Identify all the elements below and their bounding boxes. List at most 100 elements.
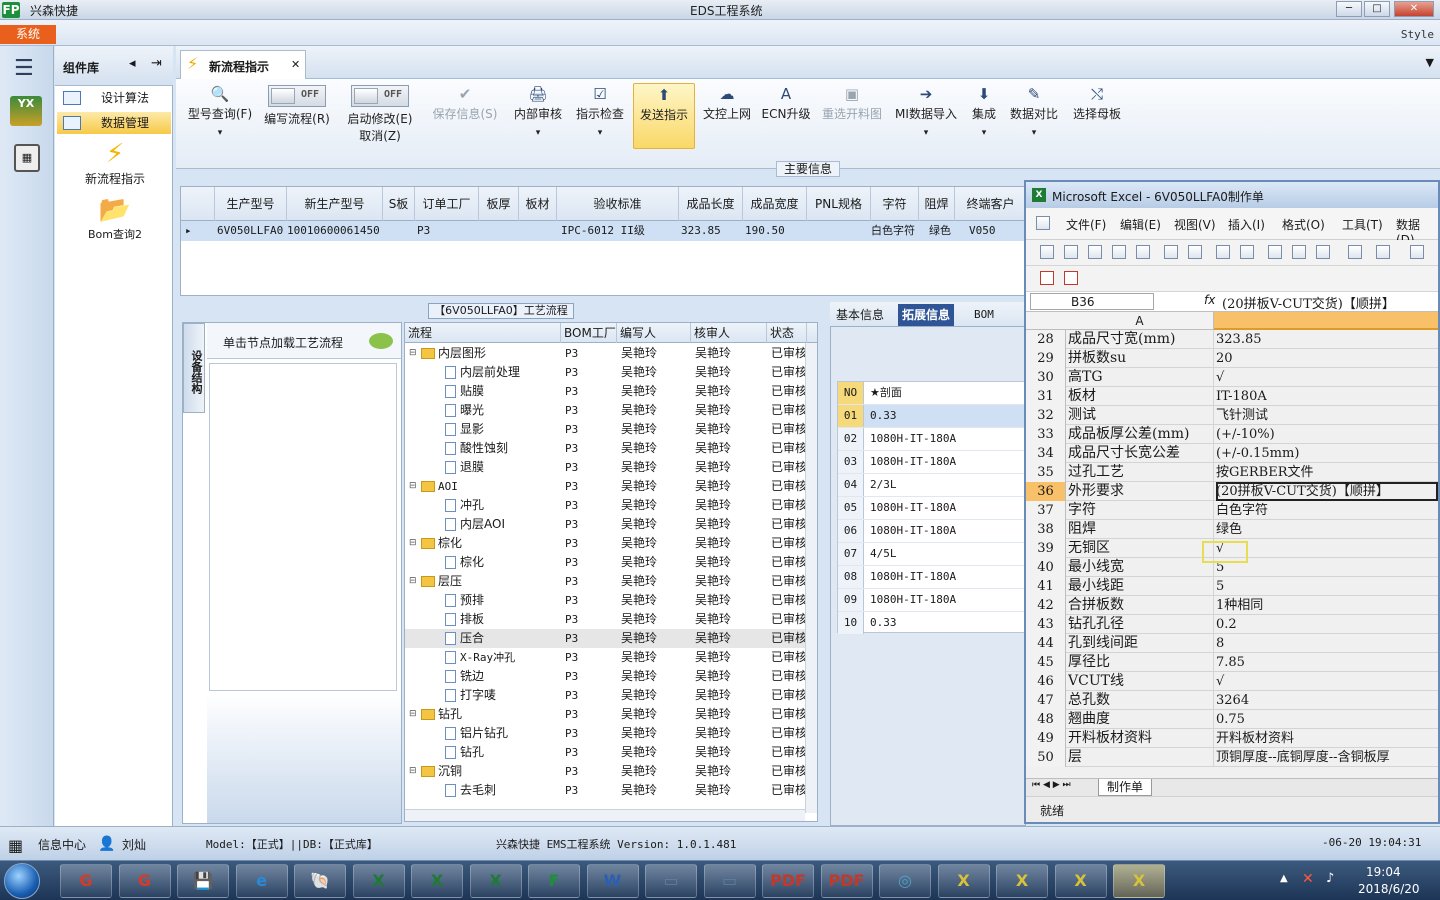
tree-row[interactable]: 排板 P3 吴艳玲 吴艳玲 已审核	[405, 610, 809, 629]
row-number[interactable]: 46	[1026, 672, 1066, 691]
col-header[interactable]: 生产型号	[215, 187, 287, 221]
table-cell[interactable]: 10010600061450	[287, 221, 383, 241]
cell-b[interactable]: (20拼板V-CUT交货)【顺拼】	[1216, 482, 1438, 501]
tree-row[interactable]: 曝光 P3 吴艳玲 吴艳玲 已审核	[405, 401, 809, 420]
tree-row[interactable]: ⊟ AOI P3 吴艳玲 吴艳玲 已审核	[405, 477, 809, 496]
format-painter-icon[interactable]	[1348, 245, 1362, 259]
taskbar-app-button[interactable]: X	[1054, 864, 1107, 898]
tree-row[interactable]: 铝片钻孔 P3 吴艳玲 吴艳玲 已审核	[405, 724, 809, 743]
taskbar-app-button[interactable]: G	[60, 864, 112, 898]
cell-a[interactable]: 钻孔孔径	[1068, 615, 1214, 634]
excel-title-bar[interactable]: X Microsoft Excel - 6V050LLFA0制作单	[1026, 182, 1438, 208]
cell-b[interactable]: 323.85	[1216, 330, 1438, 349]
save-icon[interactable]	[1088, 245, 1102, 259]
cell-a[interactable]: 拼板数su	[1068, 349, 1214, 368]
taskbar-app-button[interactable]: X	[411, 864, 463, 898]
collapse-arrow-icon[interactable]: ◂	[129, 56, 136, 71]
collapse-icon[interactable]: ⊟	[409, 344, 417, 363]
table-cell[interactable]	[481, 221, 519, 241]
stackup-row[interactable]: 03 1080H-IT-180A	[838, 451, 1028, 474]
row-number[interactable]: 33	[1026, 425, 1066, 444]
formula-input[interactable]: (20拼板V-CUT交货)【顺拼】	[1222, 293, 1395, 312]
col-header[interactable]: 流程	[405, 323, 561, 343]
col-header[interactable]: 成品宽度	[743, 187, 807, 221]
taskbar-app-button[interactable]: PDF	[762, 864, 814, 898]
row-number[interactable]: 39	[1026, 539, 1066, 558]
cell-b[interactable]: 白色字符	[1216, 501, 1438, 520]
doc-upload-button[interactable]: ☁ 文控上网	[700, 83, 754, 149]
pdf-icon[interactable]	[1040, 271, 1054, 285]
table-cell[interactable]: V050	[969, 221, 1027, 241]
table-cell[interactable]: P3	[417, 221, 479, 241]
col-header[interactable]: 编写人	[617, 323, 691, 343]
taskbar-app-button[interactable]: F	[528, 864, 580, 898]
table-cell[interactable]: IPC-6012 II级	[561, 221, 679, 241]
col-header[interactable]: PNL规格	[807, 187, 871, 221]
cell-a[interactable]: 最小线距	[1068, 577, 1214, 596]
enable-edit-switch[interactable]: OFF	[351, 85, 409, 107]
stackup-row[interactable]: 10 0.33	[838, 612, 1028, 635]
tree-row[interactable]: ⊟ 棕化 P3 吴艳玲 吴艳玲 已审核	[405, 534, 809, 553]
stackup-row[interactable]: 01 0.33	[838, 405, 1028, 428]
table-cell[interactable]: 绿色	[929, 221, 959, 241]
lib-item-design-algorithm[interactable]: 设计算法	[57, 87, 171, 109]
tree-row[interactable]: X-Ray冲孔 P3 吴艳玲 吴艳玲 已审核	[405, 648, 809, 667]
table-row[interactable]: ▸ 6V050LLFA0 10010600061450 P3 IPC-6012 …	[181, 221, 1027, 241]
row-number[interactable]: 30	[1026, 368, 1066, 387]
close-button[interactable]: ✕	[1394, 1, 1434, 17]
cell-a[interactable]: 层	[1068, 748, 1214, 767]
lib-item-data-management[interactable]: 数据管理	[57, 112, 171, 134]
tree-row[interactable]: 钻孔 P3 吴艳玲 吴艳玲 已审核	[405, 743, 809, 762]
tab-dropdown-icon[interactable]: ▼	[1426, 56, 1434, 69]
spelling-icon[interactable]	[1216, 245, 1230, 259]
fx-icon[interactable]: fx	[1204, 293, 1215, 307]
cell-b[interactable]: (+/-10%)	[1216, 425, 1438, 444]
tree-row[interactable]: 内层前处理 P3 吴艳玲 吴艳玲 已审核	[405, 363, 809, 382]
menu-insert[interactable]: 插入(I)	[1228, 216, 1265, 233]
column-b-header[interactable]	[1214, 312, 1438, 330]
col-header[interactable]: 终端客户	[955, 187, 1027, 221]
calculator-icon[interactable]: ▦	[14, 144, 40, 172]
email-icon[interactable]	[1136, 245, 1150, 259]
column-a-header[interactable]: A	[1066, 312, 1214, 330]
row-number[interactable]: 42	[1026, 596, 1066, 615]
node-list[interactable]	[209, 363, 397, 691]
tree-row[interactable]: 显影 P3 吴艳玲 吴艳玲 已审核	[405, 420, 809, 439]
cell-b[interactable]: IT-180A	[1216, 387, 1438, 406]
maximize-button[interactable]: □	[1364, 1, 1390, 17]
col-header[interactable]: S板	[383, 187, 415, 221]
cell-b[interactable]: (+/-0.15mm)	[1216, 444, 1438, 463]
enable-edit-toggle[interactable]: OFF 启动修改(E) 取消(Z)	[342, 83, 418, 149]
stackup-row[interactable]: 04 2/3L	[838, 474, 1028, 497]
cell-a[interactable]: 厚径比	[1068, 653, 1214, 672]
taskbar-app-button[interactable]: W	[586, 864, 639, 898]
col-header[interactable]: 状态	[767, 323, 807, 343]
table-cell[interactable]: 190.50	[745, 221, 807, 241]
data-compare-button[interactable]: ✎ 数据对比 ▾	[1008, 83, 1060, 149]
pdf-settings-icon[interactable]	[1064, 271, 1078, 285]
edit-flow-switch[interactable]: OFF	[268, 85, 326, 107]
tab-new-flow[interactable]: ⚡ 新流程指示 ✕	[180, 50, 306, 79]
tree-row[interactable]: 预排 P3 吴艳玲 吴艳玲 已审核	[405, 591, 809, 610]
menu-file[interactable]: 文件(F)	[1066, 216, 1106, 233]
cell-a[interactable]: 板材	[1068, 387, 1214, 406]
equipment-structure-tab[interactable]: 设备结构	[183, 323, 205, 413]
cell-b[interactable]: 5	[1216, 577, 1438, 596]
collapse-icon[interactable]: ⊟	[409, 705, 417, 724]
tree-row[interactable]: 贴膜 P3 吴艳玲 吴艳玲 已审核	[405, 382, 809, 401]
reselect-material-button[interactable]: ▣ 重选开料图	[818, 83, 886, 149]
minimize-button[interactable]: ─	[1336, 1, 1362, 17]
collapse-icon[interactable]: ⊟	[409, 572, 417, 591]
row-number[interactable]: 41	[1026, 577, 1066, 596]
tree-row[interactable]: 压合 P3 吴艳玲 吴艳玲 已审核	[405, 629, 809, 648]
row-number[interactable]: 47	[1026, 691, 1066, 710]
edit-flow-toggle[interactable]: OFF 编写流程(R)	[260, 83, 334, 149]
cell-b[interactable]: 20	[1216, 349, 1438, 368]
taskbar-app-button[interactable]: X	[469, 864, 522, 898]
integrate-button[interactable]: ⬇ 集成 ▾	[966, 83, 1002, 149]
style-menu[interactable]: Style	[1401, 28, 1434, 41]
cell-a[interactable]: 最小线宽	[1068, 558, 1214, 577]
tree-row[interactable]: 打字唛 P3 吴艳玲 吴艳玲 已审核	[405, 686, 809, 705]
taskbar-app-button[interactable]: X	[352, 864, 405, 898]
start-button[interactable]	[4, 863, 40, 899]
